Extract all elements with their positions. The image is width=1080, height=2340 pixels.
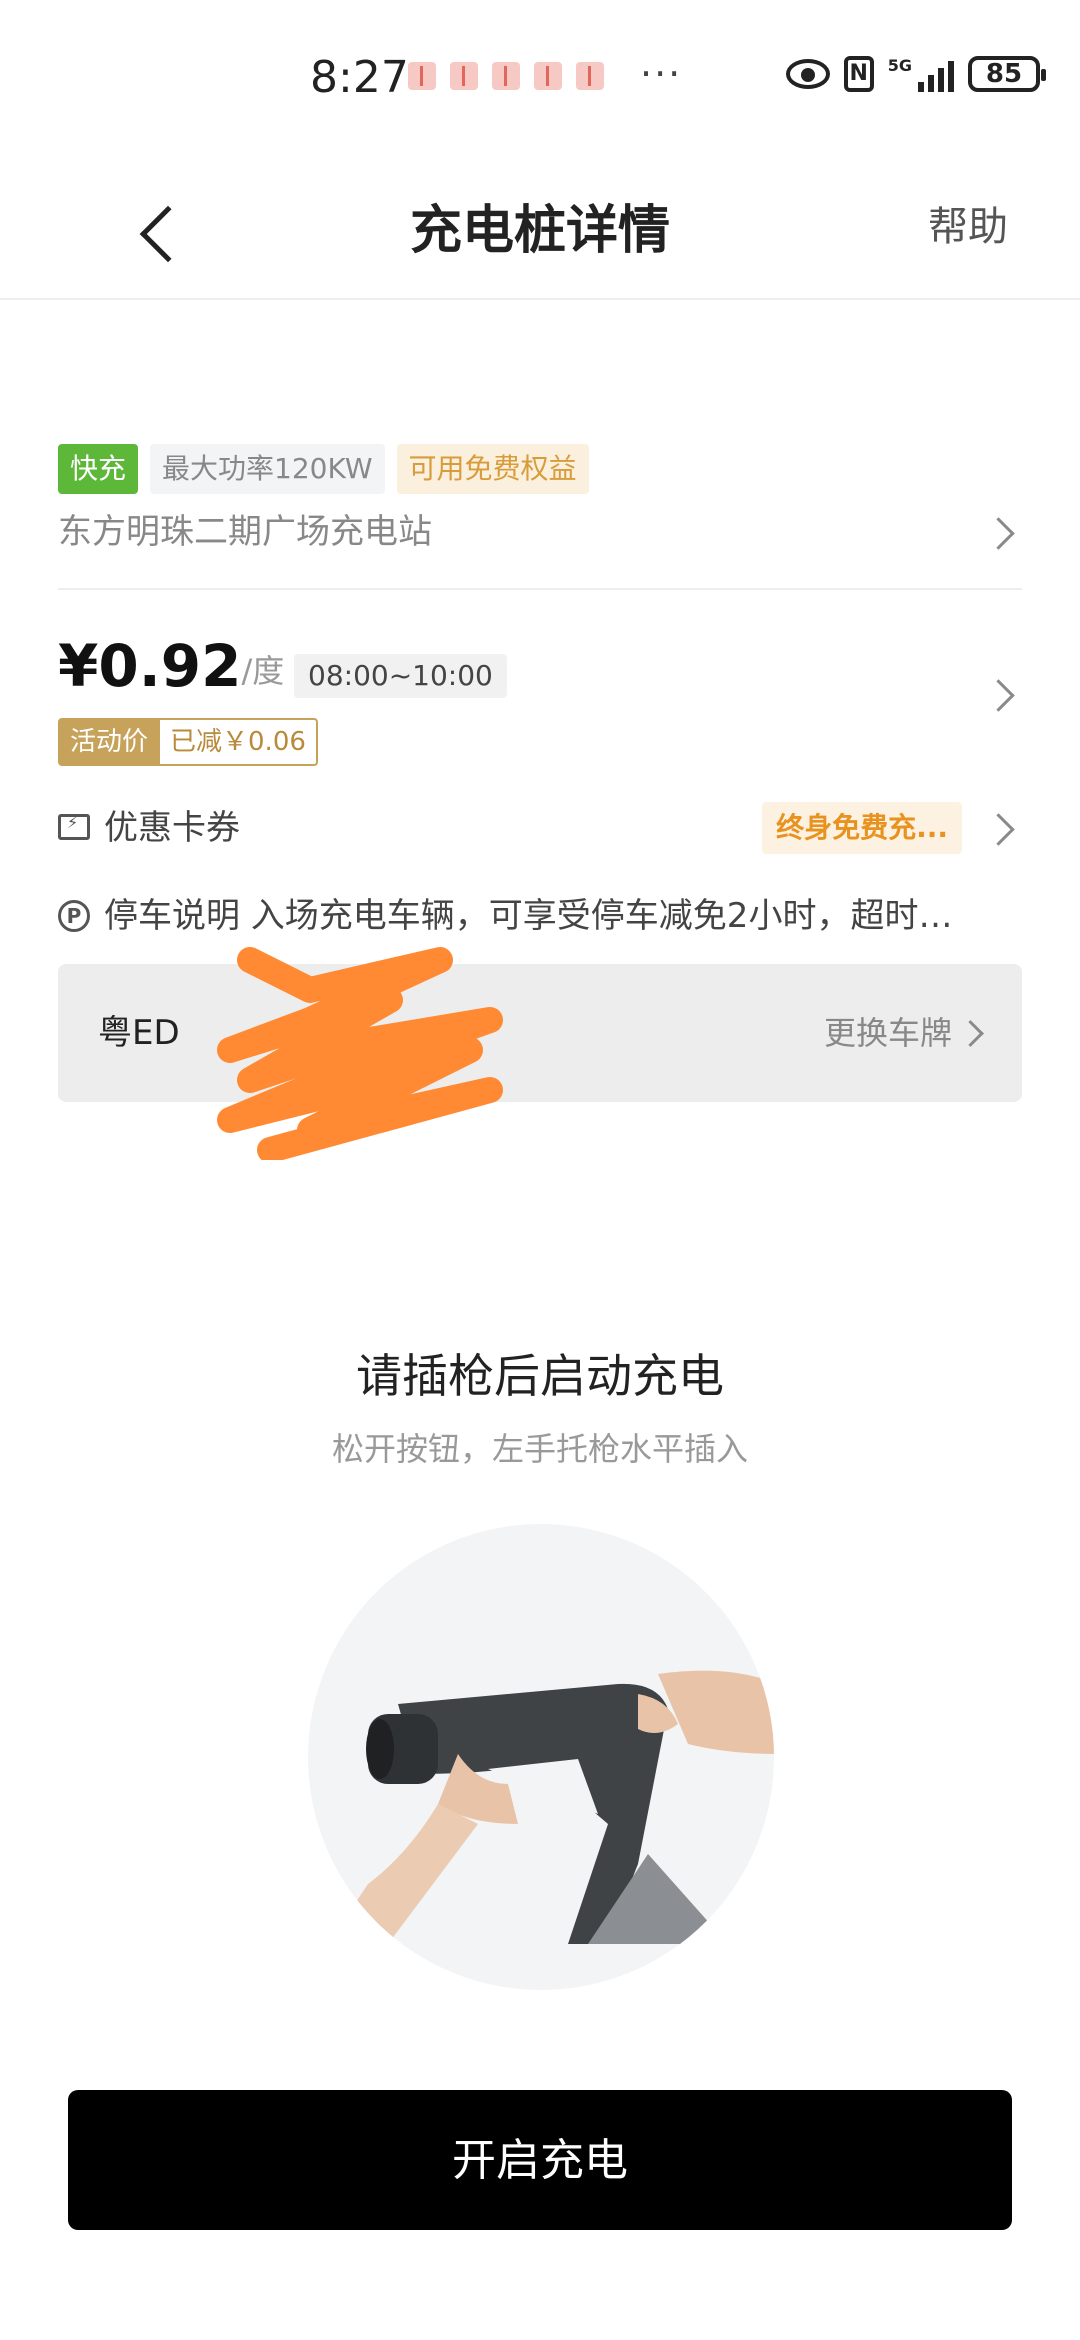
book-notification-icon xyxy=(534,62,562,90)
top-app-bar: 充电桩详情 帮助 xyxy=(0,160,1080,300)
battery-icon: 85 xyxy=(968,56,1046,92)
chevron-right-icon xyxy=(957,1020,984,1047)
start-charging-button[interactable]: 开启充电 xyxy=(68,2090,1012,2230)
price-unit: /度 xyxy=(241,652,285,690)
price-row[interactable]: ¥0.92/度 08:00~10:00 xyxy=(58,632,1022,712)
plug-instruction-title: 请插枪后启动充电 xyxy=(356,1349,724,1403)
network-type: 5G xyxy=(887,56,912,75)
price-value: ¥0.92 xyxy=(58,632,242,700)
eye-icon xyxy=(785,59,830,89)
book-notification-icon xyxy=(450,62,478,90)
change-plate-link[interactable]: 更换车牌 xyxy=(824,964,952,1102)
status-time: 8:27 xyxy=(310,52,409,103)
charging-gun-icon xyxy=(328,1670,774,1944)
divider xyxy=(58,588,1022,590)
book-notification-icon xyxy=(576,62,604,90)
chevron-right-icon xyxy=(982,517,1015,550)
station-row[interactable]: 东方明珠二期广场充电站 xyxy=(58,502,1022,562)
status-bar: 8:27 ··· N 5G 85 xyxy=(0,0,1080,150)
charging-gun-illustration xyxy=(308,1524,774,1990)
promo-badge: 活动价 已减￥0.06 xyxy=(58,718,318,766)
coupon-badge: 终身免费充... xyxy=(762,802,962,854)
promo-label: 活动价 xyxy=(58,718,161,766)
free-benefit-tag: 可用免费权益 xyxy=(396,444,589,494)
help-link[interactable]: 帮助 xyxy=(928,194,1008,252)
station-name: 东方明珠二期广场充电站 xyxy=(58,512,432,552)
book-notification-icon xyxy=(408,62,436,90)
chevron-right-icon xyxy=(982,679,1015,712)
status-indicators: N 5G 85 xyxy=(785,56,1046,92)
chevron-right-icon xyxy=(982,813,1015,846)
nfc-icon: N xyxy=(843,56,874,92)
coupon-row[interactable]: 优惠卡券 终身免费充... xyxy=(58,798,1022,858)
coupon-ticket-icon xyxy=(58,813,90,840)
parking-icon: P xyxy=(58,900,90,932)
notification-icons xyxy=(408,62,604,90)
max-power-tag: 最大功率120KW xyxy=(150,444,385,494)
plug-instruction-subtitle: 松开按钮，左手托枪水平插入 xyxy=(331,1430,748,1468)
redaction-scribble xyxy=(217,947,503,1160)
license-plate: 粤ED xyxy=(98,1013,180,1053)
book-notification-icon xyxy=(492,62,520,90)
page-title: 充电桩详情 xyxy=(409,201,670,261)
price-time-range: 08:00~10:00 xyxy=(294,654,507,698)
signal-icon: 5G xyxy=(888,56,954,92)
promo-reduction: 已减￥0.06 xyxy=(160,718,318,766)
fast-charge-tag: 快充 xyxy=(58,444,139,494)
coupon-label: 优惠卡券 xyxy=(104,808,240,848)
more-notifications-icon: ··· xyxy=(640,52,683,96)
station-tags: 快充 最大功率120KW 可用免费权益 xyxy=(58,444,589,494)
